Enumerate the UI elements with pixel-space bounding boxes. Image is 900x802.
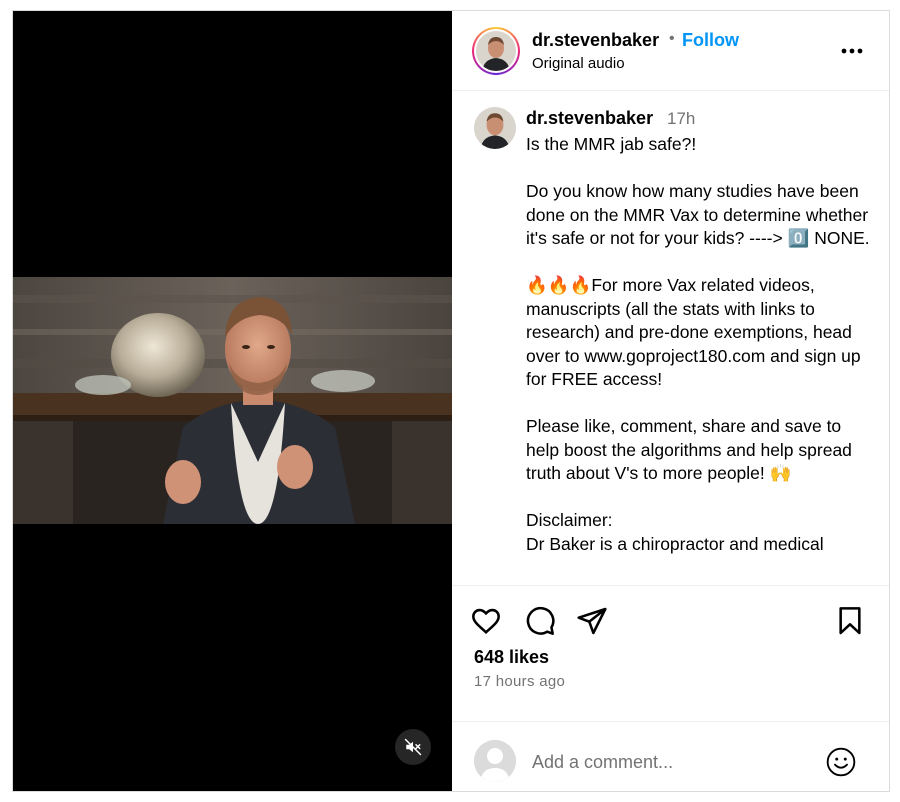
header-separator: •	[669, 30, 675, 47]
author-avatar[interactable]	[476, 31, 516, 71]
bookmark-icon	[839, 607, 861, 635]
comment-button[interactable]	[524, 605, 556, 637]
audio-label[interactable]: Original audio	[532, 55, 625, 72]
post-timestamp[interactable]: 17 hours ago	[474, 673, 565, 690]
post-frame: dr.stevenbaker • Follow Original audio d…	[12, 10, 890, 792]
media-panel[interactable]	[13, 11, 452, 791]
likes-count[interactable]: 648 likes	[474, 647, 549, 668]
action-bar	[452, 601, 889, 641]
follow-button[interactable]: Follow	[682, 30, 739, 51]
more-options-button[interactable]	[838, 39, 866, 63]
current-user-avatar	[474, 740, 516, 782]
caption-author-avatar[interactable]	[474, 107, 516, 149]
save-button[interactable]	[834, 605, 866, 637]
smiley-icon	[826, 747, 856, 777]
author-avatar-ring[interactable]	[472, 27, 520, 75]
emoji-button[interactable]	[825, 746, 857, 778]
caption-timestamp[interactable]: 17h	[667, 109, 695, 129]
comment-input[interactable]	[532, 750, 812, 774]
comment-bar	[452, 721, 889, 791]
heart-icon	[472, 608, 500, 635]
mute-button[interactable]	[395, 729, 431, 765]
post-side-panel: dr.stevenbaker • Follow Original audio d…	[452, 11, 889, 791]
paper-plane-icon	[577, 607, 607, 635]
video-frame-image	[13, 277, 452, 524]
header-username[interactable]: dr.stevenbaker	[532, 30, 659, 51]
speaker-muted-icon	[404, 738, 422, 756]
comment-icon	[526, 606, 555, 635]
video-player[interactable]	[13, 277, 452, 524]
caption-username[interactable]: dr.stevenbaker	[526, 108, 653, 129]
share-button[interactable]	[576, 605, 608, 637]
caption-area[interactable]: dr.stevenbaker 17h Is the MMR jab safe?!…	[452, 91, 889, 586]
like-button[interactable]	[470, 605, 502, 637]
post-header: dr.stevenbaker • Follow Original audio	[452, 11, 889, 91]
more-options-icon	[841, 48, 863, 54]
caption-text: Is the MMR jab safe?! Do you know how ma…	[526, 134, 870, 554]
